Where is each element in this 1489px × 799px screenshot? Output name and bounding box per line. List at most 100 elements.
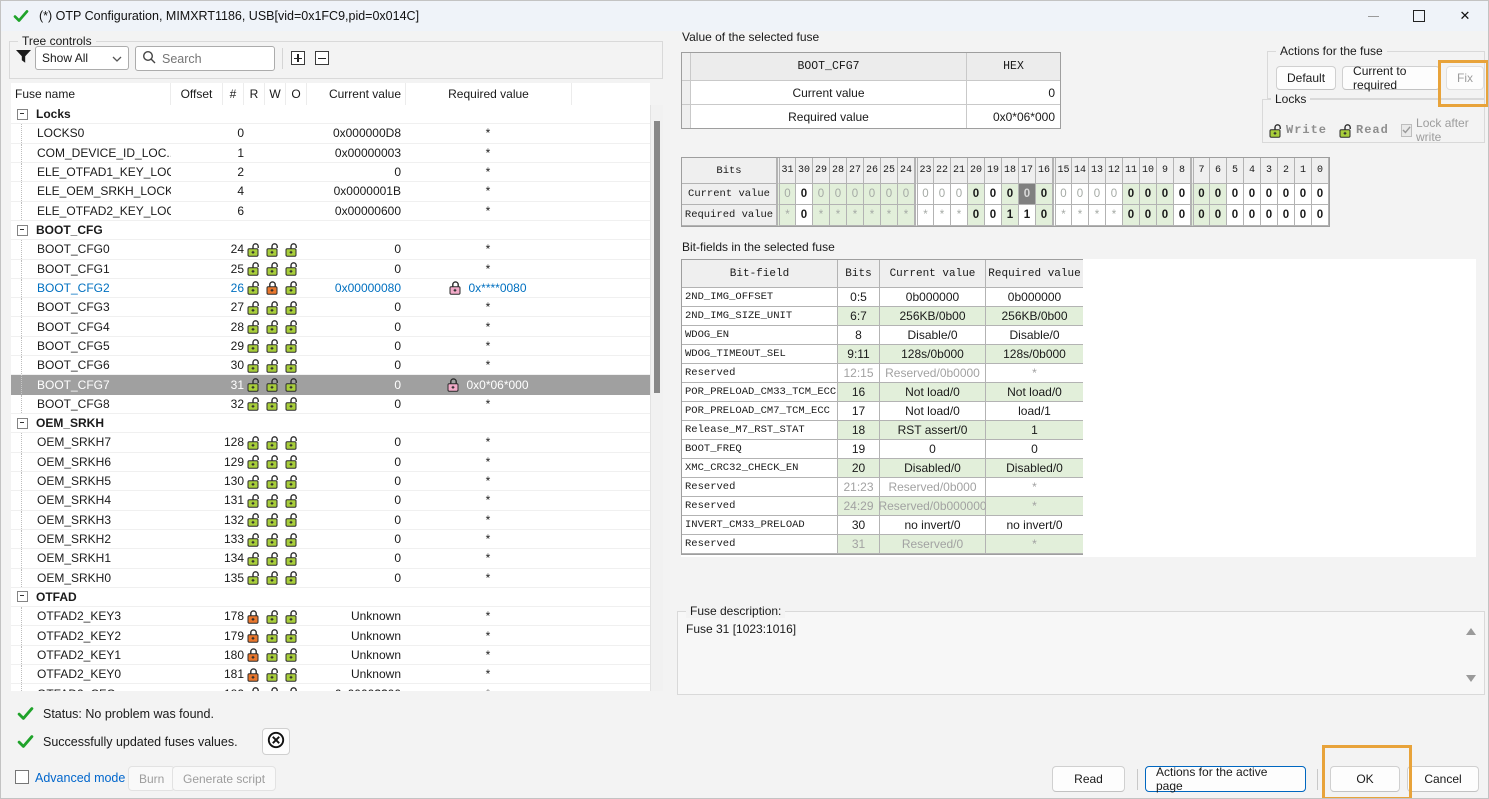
bit-current-cell[interactable]: 0 [1295,184,1312,205]
bit-required-cell[interactable]: 0 [1312,205,1329,226]
lock-open-icon[interactable] [285,570,299,585]
bit-required-cell[interactable]: 0 [1123,205,1140,226]
lock-open-icon[interactable] [266,454,280,469]
fuse-row[interactable]: BOOT_CFG8320* [11,395,650,414]
bit-required-cell[interactable]: * [847,205,864,226]
lock-closed-icon[interactable] [247,609,261,624]
bit-current-cell[interactable]: 0 [1244,184,1261,205]
fuse-row[interactable]: OTFAD2_KEY2179Unknown* [11,626,650,645]
bit-current-cell[interactable]: 0 [1123,184,1140,205]
fuse-row[interactable]: BOOT_CFG2260x000000800x****0080 [11,279,650,298]
col-fuse-name[interactable]: Fuse name [11,83,171,105]
lock-open-icon[interactable] [247,551,261,566]
lock-open-icon[interactable] [266,338,280,353]
fuse-group-row[interactable]: OTFAD [11,588,650,607]
bit-required-cell[interactable]: * [951,205,968,226]
lock-open-icon[interactable] [247,474,261,489]
collapse-expander-icon[interactable] [17,109,28,120]
bit-required-cell[interactable]: * [864,205,881,226]
lock-open-icon[interactable] [247,242,261,257]
bitfield-row[interactable]: INVERT_CM33_PRELOAD30no invert/0no inver… [682,516,1082,535]
lock-open-icon[interactable] [247,300,261,315]
fuse-row[interactable]: OEM_SRKH71280* [11,433,650,452]
bitfield-row[interactable]: 2ND_IMG_OFFSET0:50b0000000b000000 [682,288,1082,307]
lock-open-icon[interactable] [266,667,280,682]
fuse-row[interactable]: BOOT_CFG6300* [11,356,650,375]
lock-open-icon[interactable] [285,493,299,508]
read-button[interactable]: Read [1052,766,1125,792]
bit-current-cell[interactable]: 0 [1312,184,1329,205]
bit-current-cell[interactable]: 0 [1106,184,1123,205]
bit-current-cell[interactable]: 0 [1072,184,1089,205]
bitfield-row[interactable]: WDOG_EN8Disable/0Disable/0 [682,326,1082,345]
fuse-row[interactable]: OTFAD2_CFG1820x0000??00* [11,684,650,691]
bit-required-cell[interactable]: 0 [1157,205,1174,226]
lock-open-icon[interactable] [285,532,299,547]
bit-required-cell[interactable]: * [915,205,934,226]
cancel-button[interactable]: Cancel [1407,766,1479,792]
lock-closed-icon[interactable] [247,628,261,643]
lock-open-icon[interactable] [247,396,261,411]
bitfield-row[interactable]: BOOT_FREQ1900 [682,440,1082,459]
lock-open-icon[interactable] [247,532,261,547]
col-operation[interactable]: O [286,83,307,105]
fuse-group-row[interactable]: Locks [11,105,650,124]
bit-required-cell[interactable]: 1 [1019,205,1036,226]
lock-open-icon[interactable] [285,358,299,373]
lock-open-icon[interactable] [247,454,261,469]
bitfield-row[interactable]: POR_PRELOAD_CM33_TCM_ECC16Not load/0Not … [682,383,1082,402]
lock-open-icon[interactable] [266,512,280,527]
generate-script-button[interactable]: Generate script [172,766,276,791]
collapse-all-button[interactable] [315,51,329,65]
fuse-row[interactable]: OEM_SRKH11340* [11,549,650,568]
bitfield-row[interactable]: Reserved31Reserved/0* [682,535,1082,554]
bitfield-row[interactable]: Reserved24:29Reserved/0b000000* [682,497,1082,516]
lock-open-icon[interactable] [266,686,280,691]
lock-open-icon[interactable] [266,532,280,547]
fuse-table-scrollbar[interactable] [650,105,663,691]
scroll-up-icon[interactable] [1466,628,1476,635]
lock-open-icon[interactable] [247,686,261,691]
lock-open-icon[interactable] [266,647,280,662]
bit-required-cell[interactable]: * [1106,205,1123,226]
lock-open-icon[interactable] [285,435,299,450]
fuse-row[interactable]: ELE_OTFAD2_KEY_LOCK60x00000600* [11,202,650,221]
expand-all-button[interactable] [291,51,305,65]
fuse-row[interactable]: ELE_OTFAD1_KEY_LOCK20* [11,163,650,182]
col-required-value[interactable]: Required value [406,83,572,105]
lock-closed-icon[interactable] [266,280,280,295]
lock-closed-icon[interactable] [247,667,261,682]
fuse-row[interactable]: OTFAD2_KEY3178Unknown* [11,607,650,626]
bit-required-cell[interactable]: 0 [1036,205,1053,226]
bit-current-cell[interactable]: 0 [915,184,934,205]
fuse-group-row[interactable]: OEM_SRKH [11,414,650,433]
bit-current-cell[interactable]: 0 [847,184,864,205]
lock-open-icon[interactable] [247,261,261,276]
fuse-row[interactable]: OEM_SRKH01350* [11,569,650,588]
actions-for-active-page-button[interactable]: Actions for the active page [1145,766,1306,792]
bit-required-cell[interactable]: * [1089,205,1106,226]
bit-current-cell[interactable]: 0 [1191,184,1210,205]
col-read[interactable]: R [244,83,265,105]
lock-open-icon[interactable] [266,551,280,566]
fuse-row[interactable]: BOOT_CFG3270* [11,298,650,317]
lock-open-icon[interactable] [285,512,299,527]
bit-current-cell[interactable]: 0 [1089,184,1106,205]
bit-current-cell[interactable]: 0 [1140,184,1157,205]
scroll-down-icon[interactable] [1466,675,1476,682]
read-lock-icon[interactable] [1339,123,1352,138]
fuse-row[interactable]: OTFAD2_KEY1180Unknown* [11,646,650,665]
collapse-expander-icon[interactable] [17,591,28,602]
bit-current-cell[interactable]: 0 [813,184,830,205]
minimize-button[interactable] [1350,1,1396,31]
bit-current-cell[interactable]: 0 [1053,184,1072,205]
lock-open-icon[interactable] [285,551,299,566]
lock-open-icon[interactable] [285,280,299,295]
lock-open-icon[interactable] [247,338,261,353]
lock-open-icon[interactable] [266,609,280,624]
bit-current-cell[interactable]: 0 [1227,184,1244,205]
bit-required-cell[interactable]: 0 [985,205,1002,226]
lock-open-icon[interactable] [285,396,299,411]
bit-required-cell[interactable]: 0 [1174,205,1191,226]
bit-current-cell[interactable]: 0 [898,184,915,205]
